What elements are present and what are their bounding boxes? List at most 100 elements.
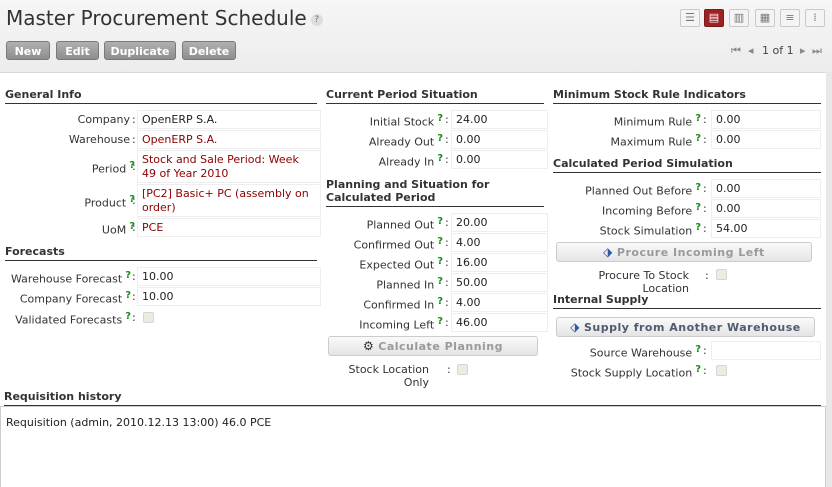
confirmed-in-field[interactable]: 4.00 [451, 293, 548, 312]
help-icon: ? [437, 216, 443, 227]
company-forecast-field[interactable]: 10.00 [137, 287, 321, 306]
planned-in-label: Planned In? [376, 276, 443, 292]
help-icon: ? [695, 364, 701, 375]
colon: : [703, 344, 707, 357]
planned-out-before-label: Planned Out Before? [585, 182, 701, 198]
help-icon: ? [695, 133, 701, 144]
incoming-left-label: Incoming Left? [359, 316, 443, 332]
supply-icon: ⬗ [570, 320, 580, 334]
maximum-rule-field[interactable]: 0.00 [711, 130, 821, 149]
colon: : [445, 236, 449, 249]
source-warehouse-label: Source Warehouse? [589, 344, 701, 360]
already-in-label: Already In? [378, 153, 443, 169]
expected-out-field[interactable]: 16.00 [451, 253, 548, 272]
help-icon: ? [437, 316, 443, 327]
pager-last-icon[interactable]: ⏭ [812, 44, 822, 58]
edit-button[interactable]: Edit [56, 41, 99, 60]
help-icon: ? [125, 311, 131, 322]
warehouse-forecast-field[interactable]: 10.00 [137, 267, 321, 286]
help-icon: ? [695, 344, 701, 355]
planned-out-field[interactable]: 20.00 [451, 213, 548, 232]
form-view-icon[interactable]: ▤ [704, 9, 724, 27]
colon: : [705, 269, 709, 282]
pager-next-icon[interactable]: ▸ [800, 44, 806, 57]
calculate-planning-button[interactable]: ⚙ Calculate Planning [328, 336, 538, 356]
incoming-before-field[interactable]: 0.00 [711, 199, 821, 218]
new-button[interactable]: New [6, 41, 50, 60]
delete-button[interactable]: Delete [182, 41, 236, 60]
initial-stock-field[interactable]: 24.00 [451, 110, 548, 129]
pager-text: 1 of 1 [762, 44, 794, 57]
section-simulation: Calculated Period Simulation [553, 157, 821, 173]
uom-field[interactable]: PCE [137, 218, 321, 237]
confirmed-out-field[interactable]: 4.00 [451, 233, 548, 252]
section-general-info: General Info [5, 88, 317, 104]
help-icon: ? [437, 296, 443, 307]
maximum-rule-label: Maximum Rule? [610, 133, 701, 149]
company-label: Company [77, 113, 130, 126]
list-view-icon[interactable]: ☰ [680, 9, 700, 27]
expected-out-label: Expected Out? [359, 256, 443, 272]
help-icon: ? [695, 182, 701, 193]
section-planning: Planning and Situation for Calculated Pe… [326, 178, 544, 207]
stock-location-only-label: Stock Location Only [348, 363, 429, 389]
colon: : [445, 153, 449, 166]
colon: : [703, 113, 707, 126]
page-title: Master Procurement Schedule? [6, 6, 323, 30]
supply-from-warehouse-button[interactable]: ⬗ Supply from Another Warehouse [556, 317, 815, 337]
procure-icon: ⬗ [603, 245, 613, 259]
stock-supply-location-label: Stock Supply Location? [570, 364, 701, 380]
stock-supply-location-checkbox[interactable] [716, 365, 727, 376]
incoming-before-label: Incoming Before? [602, 202, 701, 218]
calendar-view-icon[interactable]: ▦ [755, 9, 775, 27]
minimum-rule-field[interactable]: 0.00 [711, 110, 821, 129]
period-label: Period? [91, 160, 135, 176]
colon: : [132, 311, 136, 324]
colon: : [703, 222, 707, 235]
colon: : [703, 364, 707, 377]
section-forecasts: Forecasts [5, 245, 317, 261]
colon: : [132, 270, 136, 283]
scrollbar[interactable] [826, 72, 832, 487]
product-field[interactable]: [PC2] Basic+ PC (assembly on order) [137, 184, 321, 217]
stock-simulation-field[interactable]: 54.00 [711, 219, 821, 238]
gantt-view-icon[interactable]: ≡ [780, 9, 800, 27]
source-warehouse-field[interactable] [711, 341, 821, 360]
incoming-left-field[interactable]: 46.00 [451, 313, 548, 332]
stock-location-only-checkbox[interactable] [457, 364, 468, 375]
procure-to-stock-checkbox[interactable] [716, 269, 727, 280]
gears-icon: ⚙ [362, 339, 375, 353]
page-title-text: Master Procurement Schedule [6, 6, 307, 30]
planned-out-before-field[interactable]: 0.00 [711, 179, 821, 198]
colon: : [703, 133, 707, 146]
graph-view-icon[interactable]: ▥ [729, 9, 749, 27]
already-out-field[interactable]: 0.00 [451, 130, 548, 149]
already-in-field[interactable]: 0.00 [451, 150, 548, 169]
section-current-period: Current Period Situation [326, 88, 544, 104]
validated-forecasts-label: Validated Forecasts? [15, 311, 131, 327]
colon: : [132, 160, 136, 173]
pager-first-icon[interactable]: ⏮ [731, 44, 741, 58]
colon: : [445, 296, 449, 309]
diagram-view-icon[interactable]: ⁞ [805, 9, 825, 27]
procure-incoming-left-button[interactable]: ⬗ Procure Incoming Left [556, 242, 812, 262]
colon: : [445, 133, 449, 146]
requisition-entry: Requisition (admin, 2010.12.13 13:00) 46… [6, 416, 272, 429]
company-field[interactable]: OpenERP S.A. [137, 110, 321, 129]
requisition-history-box[interactable]: Requisition (admin, 2010.12.13 13:00) 46… [0, 406, 826, 487]
help-icon: ? [695, 202, 701, 213]
uom-label: UoM? [101, 221, 135, 237]
help-icon: ? [695, 113, 701, 124]
planned-in-field[interactable]: 50.00 [451, 273, 548, 292]
period-field[interactable]: Stock and Sale Period: Week 49 of Year 2… [137, 150, 321, 183]
colon: : [445, 113, 449, 126]
help-icon: ? [437, 113, 443, 124]
section-minimum-rule: Minimum Stock Rule Indicators [553, 88, 821, 104]
colon: : [132, 133, 136, 146]
help-icon[interactable]: ? [310, 13, 323, 26]
pager-prev-icon[interactable]: ◂ [748, 44, 754, 57]
duplicate-button[interactable]: Duplicate [104, 41, 176, 60]
warehouse-field[interactable]: OpenERP S.A. [137, 130, 321, 149]
validated-forecasts-checkbox[interactable] [143, 312, 154, 323]
already-out-label: Already Out? [368, 133, 443, 149]
